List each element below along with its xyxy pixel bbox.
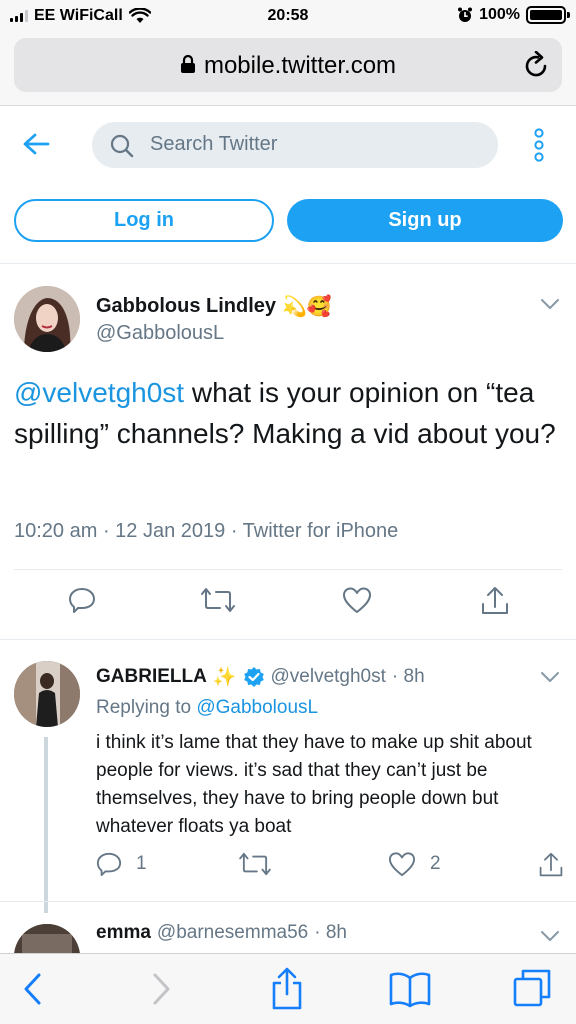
reply-tweet[interactable]: GABRIELLA ✨ @velvetgh0st · 8h Replying t… xyxy=(0,641,576,913)
divider xyxy=(14,569,562,570)
tabs-icon[interactable] xyxy=(512,968,552,1008)
bookmarks-icon[interactable] xyxy=(388,970,432,1008)
tweet-text: @velvetgh0st what is your opinion on “te… xyxy=(14,372,564,454)
replying-to: Replying to @GabbolousL xyxy=(96,697,318,719)
thread-line xyxy=(44,737,48,913)
avatar[interactable] xyxy=(14,661,80,727)
safari-toolbar xyxy=(0,953,576,1024)
like-icon[interactable] xyxy=(342,586,372,614)
browser-chrome: mobile.twitter.com xyxy=(0,34,576,106)
retweet-action[interactable] xyxy=(238,851,272,877)
name-emoji: ✨ xyxy=(212,667,237,688)
reply-count: 1 xyxy=(136,853,147,874)
reply-icon[interactable] xyxy=(68,586,96,614)
main-tweet[interactable]: Gabbolous Lindley 💫🥰 @GabbolousL @velvet… xyxy=(0,264,576,640)
tweet-age: · 8h xyxy=(391,666,425,687)
tweet-meta[interactable]: 10:20 am · 12 Jan 2019 · Twitter for iPh… xyxy=(14,520,398,543)
tweet-actions xyxy=(0,586,576,620)
reload-icon[interactable] xyxy=(524,51,550,79)
signup-button[interactable]: Sign up xyxy=(287,199,563,242)
safari-forward-icon[interactable] xyxy=(152,972,172,1006)
lock-icon xyxy=(180,54,195,73)
share-icon[interactable] xyxy=(480,586,510,616)
retweet-icon[interactable] xyxy=(200,586,236,614)
author-handle[interactable]: @GabbolousL xyxy=(96,322,224,345)
battery-icon xyxy=(526,6,570,24)
next-tweet[interactable]: emma @barnesemma56 · 8h xyxy=(0,901,576,953)
author-name-text: Gabbolous Lindley xyxy=(96,295,277,317)
battery-percent: 100% xyxy=(479,6,520,23)
alarm-icon xyxy=(458,7,473,22)
next-tweet-header: emma @barnesemma56 · 8h xyxy=(96,922,347,944)
tweet-text: i think it’s lame that they have to make… xyxy=(96,732,532,837)
search-input[interactable]: Search Twitter xyxy=(92,122,498,168)
verified-icon xyxy=(243,667,264,687)
reply-action[interactable]: 1 xyxy=(96,851,147,877)
like-icon xyxy=(388,852,415,877)
share-icon xyxy=(539,852,563,877)
replying-prefix: Replying to xyxy=(96,697,192,718)
avatar[interactable] xyxy=(14,286,80,352)
retweet-icon xyxy=(239,852,271,876)
author-name[interactable]: emma xyxy=(96,922,151,944)
author-handle[interactable]: @barnesemma56 xyxy=(157,922,308,944)
reply-header: GABRIELLA ✨ @velvetgh0st · 8h xyxy=(96,665,425,689)
safari-back-icon[interactable] xyxy=(22,972,42,1006)
url-text: mobile.twitter.com xyxy=(203,52,397,79)
safari-share-icon[interactable] xyxy=(270,966,304,1010)
chevron-down-icon[interactable] xyxy=(540,298,560,310)
address-bar[interactable]: mobile.twitter.com xyxy=(14,38,562,92)
like-count: 2 xyxy=(430,853,441,874)
author-handle[interactable]: @velvetgh0st xyxy=(271,666,386,688)
name-emoji: 💫🥰 xyxy=(282,296,332,318)
search-placeholder: Search Twitter xyxy=(150,133,278,155)
tweet-actions: 1 2 xyxy=(0,851,576,881)
back-arrow-icon[interactable] xyxy=(22,132,50,156)
more-icon[interactable] xyxy=(532,128,546,162)
status-right: 100% xyxy=(457,6,570,24)
tweet-age: · 8h xyxy=(314,922,347,943)
search-icon xyxy=(110,134,134,158)
chevron-down-icon[interactable] xyxy=(540,930,560,942)
login-button[interactable]: Log in xyxy=(14,199,274,242)
avatar[interactable] xyxy=(14,924,80,953)
share-action[interactable] xyxy=(538,851,564,879)
url-display[interactable]: mobile.twitter.com xyxy=(14,52,562,80)
chevron-down-icon[interactable] xyxy=(540,671,560,683)
like-action[interactable]: 2 xyxy=(388,851,441,877)
replying-mention[interactable]: @GabbolousL xyxy=(196,697,318,718)
author-name[interactable]: GABRIELLA xyxy=(96,666,207,688)
author-name[interactable]: Gabbolous Lindley 💫🥰 xyxy=(96,294,332,319)
status-bar: EE WiFiCall 20:58 100% xyxy=(0,0,576,34)
mention-link[interactable]: @velvetgh0st xyxy=(14,377,184,408)
twitter-header: Search Twitter Log in Sign up xyxy=(0,106,576,264)
reply-icon xyxy=(96,852,122,877)
